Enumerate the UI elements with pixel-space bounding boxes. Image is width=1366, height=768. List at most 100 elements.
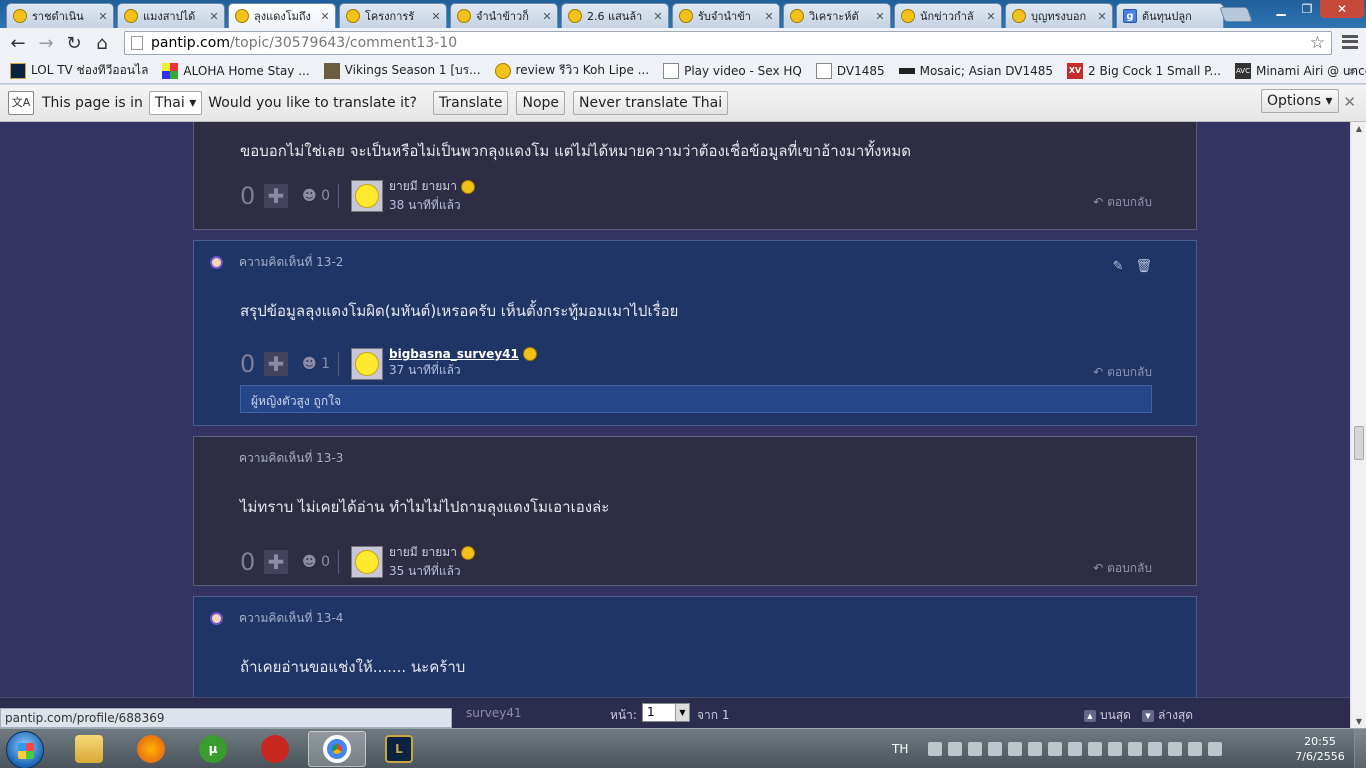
tray-icon[interactable] bbox=[1108, 742, 1123, 756]
bookmark-item[interactable]: ALOHA Home Stay ... bbox=[156, 62, 317, 79]
go-bottom-button[interactable]: ▼ ล่างสุด bbox=[1142, 706, 1193, 725]
clock[interactable]: 20:55 7/6/2556 bbox=[1290, 734, 1350, 764]
author-name[interactable]: ยายมี ยายมา bbox=[389, 177, 475, 196]
avatar[interactable] bbox=[350, 180, 383, 212]
start-button[interactable] bbox=[6, 731, 44, 768]
close-window-icon[interactable]: ✕ bbox=[1320, 0, 1364, 18]
close-tab-icon[interactable]: ✕ bbox=[874, 10, 886, 23]
tray-icon[interactable] bbox=[1028, 742, 1043, 756]
close-tab-icon[interactable]: ✕ bbox=[541, 10, 553, 23]
language-select[interactable]: Thai ▾ bbox=[148, 91, 203, 115]
page-select[interactable]: 1 ▼ bbox=[642, 703, 690, 722]
emotion-count[interactable]: ☻ 0 bbox=[302, 188, 330, 204]
tab-8[interactable]: วิเคราะห์ตั ✕ bbox=[783, 3, 891, 28]
never-translate-button[interactable]: Never translate Thai bbox=[573, 91, 729, 115]
sub-reply-box[interactable]: ผู้หญิงตัวสูง ถูกใจ bbox=[240, 385, 1152, 413]
forward-arrow-icon[interactable]: → bbox=[32, 33, 60, 54]
close-tab-icon[interactable]: ✕ bbox=[319, 10, 331, 23]
bookmark-item[interactable]: Mosaic; Asian DV1485 bbox=[893, 64, 1061, 78]
close-tab-icon[interactable]: ✕ bbox=[97, 10, 109, 23]
bookmark-item[interactable]: AVCMinami Airi @ unce... bbox=[1229, 62, 1366, 79]
tray-icon[interactable] bbox=[1068, 742, 1083, 756]
tab-6[interactable]: 2.6 แสนล้า ✕ bbox=[561, 3, 669, 28]
go-top-button[interactable]: ▲ บนสุด bbox=[1084, 706, 1131, 725]
tray-icon[interactable] bbox=[1088, 742, 1103, 756]
plus-vote-button[interactable]: ✚ bbox=[264, 550, 288, 574]
trash-icon[interactable]: 🗑 bbox=[1135, 259, 1152, 274]
tab-3-active[interactable]: ลุงแดงโมถึง ✕ bbox=[228, 3, 336, 28]
tab-1[interactable]: ราชดำเนิน ✕ bbox=[6, 3, 114, 28]
reply-link[interactable]: ↶ ตอบกลับ bbox=[1093, 559, 1152, 578]
bookmark-item[interactable]: Play video - Sex HQ bbox=[657, 62, 810, 79]
tab-11[interactable]: g ต้นทุนปลูก bbox=[1116, 3, 1224, 28]
bookmark-item[interactable]: LOL TV ช่องทีวีออนไล bbox=[4, 61, 156, 80]
reply-link[interactable]: ↶ ตอบกลับ bbox=[1093, 363, 1152, 382]
close-tab-icon[interactable]: ✕ bbox=[652, 10, 664, 23]
tray-icon[interactable] bbox=[1008, 742, 1023, 756]
tray-icon[interactable] bbox=[1048, 742, 1063, 756]
taskbar-chrome[interactable] bbox=[308, 731, 366, 767]
tray-icon[interactable] bbox=[1168, 742, 1183, 756]
taskbar-firefox[interactable] bbox=[122, 731, 180, 767]
input-language[interactable]: TH bbox=[892, 742, 908, 756]
close-tab-icon[interactable]: ✕ bbox=[985, 10, 997, 23]
bookmark-item[interactable]: Vikings Season 1 [บร... bbox=[318, 61, 489, 80]
tray-icon[interactable] bbox=[928, 742, 943, 756]
speaker-icon[interactable] bbox=[1188, 742, 1203, 756]
author-name[interactable]: bigbasna_survey41 bbox=[389, 347, 537, 361]
author-name[interactable]: ยายมี ยายมา bbox=[389, 543, 475, 562]
network-icon[interactable] bbox=[1208, 742, 1223, 756]
options-button[interactable]: Options ▾ bbox=[1261, 89, 1339, 113]
avatar[interactable] bbox=[350, 546, 383, 578]
bookmark-item[interactable]: review รีวิว Koh Lipe ... bbox=[489, 61, 658, 80]
tray-icon[interactable] bbox=[988, 742, 1003, 756]
minimize-icon[interactable]: ▁ bbox=[1268, 0, 1294, 18]
close-tab-icon[interactable]: ✕ bbox=[1096, 10, 1108, 23]
tab-4[interactable]: โครงการรั ✕ bbox=[339, 3, 447, 28]
tab-9[interactable]: นักข่าวกำลั ✕ bbox=[894, 3, 1002, 28]
go-bottom-label: ล่างสุด bbox=[1158, 708, 1194, 722]
restore-icon[interactable]: ❐ bbox=[1294, 0, 1320, 18]
tray-icon[interactable] bbox=[1148, 742, 1163, 756]
scroll-down-icon[interactable]: ▼ bbox=[1351, 717, 1366, 726]
bookmark-item[interactable]: DV1485 bbox=[810, 62, 893, 79]
taskbar-utorrent[interactable]: µ bbox=[184, 731, 242, 767]
reload-icon[interactable]: ↻ bbox=[60, 33, 88, 54]
page-scrollbar[interactable]: ▲ ▼ bbox=[1350, 122, 1366, 728]
close-tab-icon[interactable]: ✕ bbox=[763, 10, 775, 23]
tray-icon[interactable] bbox=[1128, 742, 1143, 756]
back-arrow-icon[interactable]: ← bbox=[4, 33, 32, 54]
close-tab-icon[interactable]: ✕ bbox=[208, 10, 220, 23]
scroll-up-icon[interactable]: ▲ bbox=[1351, 124, 1366, 133]
menu-icon[interactable] bbox=[1342, 35, 1358, 49]
plus-vote-button[interactable]: ✚ bbox=[264, 184, 288, 208]
taskbar-explorer[interactable] bbox=[60, 731, 118, 767]
scrollbar-thumb[interactable] bbox=[1354, 426, 1364, 460]
chevron-more-icon[interactable]: » bbox=[1349, 64, 1356, 78]
bookmark-label: LOL TV ช่องทีวีออนไล bbox=[31, 63, 149, 77]
reply-link[interactable]: ↶ ตอบกลับ bbox=[1093, 193, 1152, 212]
tab-5[interactable]: จำนำข้าวก็ ✕ bbox=[450, 3, 558, 28]
close-tab-icon[interactable]: ✕ bbox=[430, 10, 442, 23]
tab-10[interactable]: บุญทรงบอก ✕ bbox=[1005, 3, 1113, 28]
avatar[interactable] bbox=[350, 347, 383, 380]
bookmark-star-icon[interactable]: ☆ bbox=[1310, 33, 1325, 53]
address-bar[interactable]: pantip.com/topic/30579643/comment13-10 ☆ bbox=[124, 31, 1332, 55]
new-tab-button[interactable] bbox=[1219, 7, 1253, 22]
tray-icon[interactable] bbox=[948, 742, 963, 756]
tab-2[interactable]: แมงสาปได้ ✕ bbox=[117, 3, 225, 28]
emotion-count[interactable]: ☻ 1 bbox=[302, 356, 330, 372]
bookmark-item[interactable]: XV 2 Big Cock 1 Small P... bbox=[1061, 62, 1229, 79]
translate-button[interactable]: Translate bbox=[432, 91, 509, 115]
show-desktop-button[interactable] bbox=[1354, 729, 1366, 768]
tray-icon[interactable] bbox=[968, 742, 983, 756]
home-icon[interactable]: ⌂ bbox=[88, 33, 116, 54]
emotion-count[interactable]: ☻ 0 bbox=[302, 554, 330, 570]
plus-vote-button[interactable]: ✚ bbox=[264, 351, 288, 376]
close-icon[interactable]: ✕ bbox=[1343, 93, 1356, 111]
nope-button[interactable]: Nope bbox=[516, 91, 566, 115]
tab-7[interactable]: รับจำนำข้า ✕ bbox=[672, 3, 780, 28]
pencil-icon[interactable]: ✎ bbox=[1113, 259, 1124, 274]
taskbar-app[interactable] bbox=[246, 731, 304, 767]
taskbar-lol[interactable]: L bbox=[370, 731, 428, 767]
